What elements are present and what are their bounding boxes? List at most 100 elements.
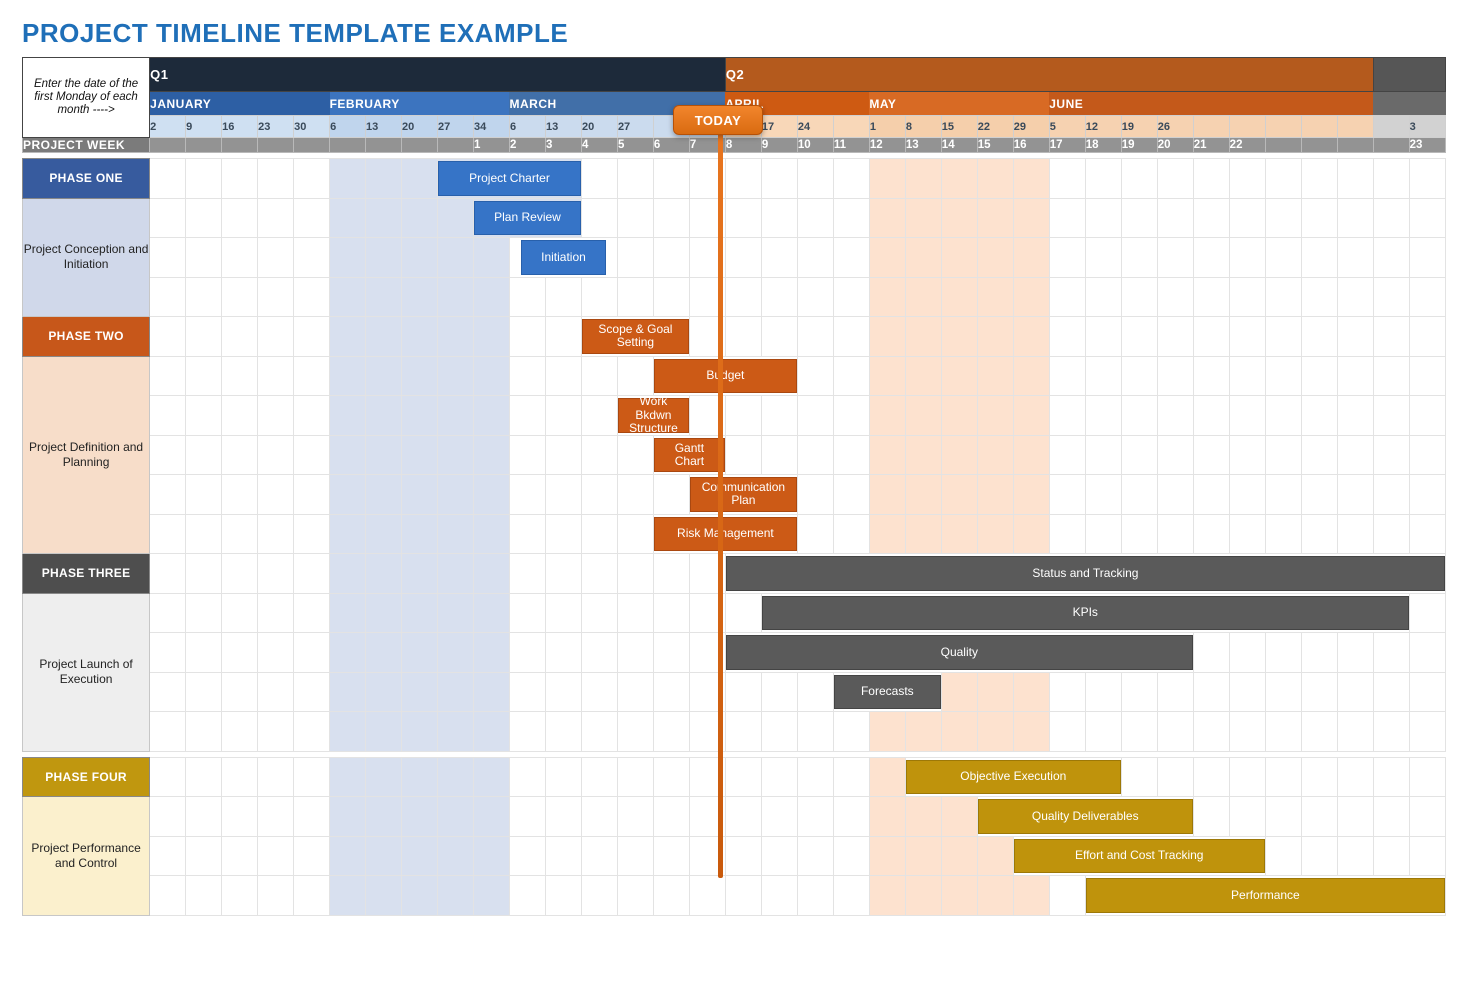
phase-four-body: Project Performance and Control bbox=[23, 797, 150, 916]
date-cell: 3 bbox=[1409, 116, 1445, 138]
phase-one-body: Project Conception and Initiation bbox=[23, 198, 150, 317]
date-cell: 19 bbox=[1121, 116, 1157, 138]
date-cell: 6 bbox=[330, 116, 366, 138]
task-project-charter[interactable]: Project Charter bbox=[438, 159, 582, 199]
week-cell bbox=[1265, 138, 1301, 153]
task-performance[interactable]: Performance bbox=[1085, 876, 1445, 916]
task-scope-goal[interactable]: Scope & Goal Setting bbox=[581, 317, 689, 357]
phase-one-title: PHASE ONE bbox=[23, 159, 150, 199]
table-row: Project Performance and Control Quality … bbox=[23, 797, 1446, 837]
q2-header: Q2 bbox=[725, 58, 1373, 92]
table-row: Initiation bbox=[23, 238, 1446, 278]
date-cell bbox=[1373, 116, 1409, 138]
week-cell: 17 bbox=[1049, 138, 1085, 153]
task-effort-cost-tracking[interactable]: Effort and Cost Tracking bbox=[1013, 836, 1265, 876]
week-cell: 20 bbox=[1157, 138, 1193, 153]
date-cell bbox=[1265, 116, 1301, 138]
task-initiation[interactable]: Initiation bbox=[509, 238, 617, 278]
week-cell: 2 bbox=[509, 138, 545, 153]
task-risk-management[interactable]: Risk Management bbox=[653, 514, 797, 554]
date-cell: 34 bbox=[474, 116, 510, 138]
table-row: Project Launch of Execution KPIs bbox=[23, 593, 1446, 633]
task-communication-plan[interactable]: Communication Plan bbox=[689, 475, 797, 515]
task-quality-deliverables[interactable]: Quality Deliverables bbox=[977, 797, 1193, 837]
week-cell bbox=[330, 138, 366, 153]
phase-four-title-row: PHASE FOUR Objective Execution bbox=[23, 757, 1446, 797]
task-forecasts[interactable]: Forecasts bbox=[833, 672, 941, 712]
week-cell: 10 bbox=[797, 138, 833, 153]
month-extra bbox=[1373, 92, 1445, 116]
table-row: Communication Plan bbox=[23, 475, 1446, 515]
phase-two-title: PHASE TWO bbox=[23, 317, 150, 357]
week-cell: 11 bbox=[833, 138, 869, 153]
week-cell: 19 bbox=[1121, 138, 1157, 153]
task-objective-execution[interactable]: Objective Execution bbox=[905, 757, 1121, 797]
month-may: MAY bbox=[869, 92, 1049, 116]
date-cell: 8 bbox=[905, 116, 941, 138]
phase-three-body: Project Launch of Execution bbox=[23, 593, 150, 751]
date-cell: 15 bbox=[941, 116, 977, 138]
date-cell: 24 bbox=[797, 116, 833, 138]
date-cell: 2 bbox=[150, 116, 186, 138]
date-cell: 12 bbox=[1085, 116, 1121, 138]
week-cell bbox=[366, 138, 402, 153]
week-cell: 5 bbox=[617, 138, 653, 153]
table-row: Project Definition and Planning Budget bbox=[23, 356, 1446, 396]
week-cell bbox=[258, 138, 294, 153]
table-row: Quality bbox=[23, 633, 1446, 673]
date-cell bbox=[1301, 116, 1337, 138]
date-cell: 13 bbox=[545, 116, 581, 138]
table-row: Performance bbox=[23, 876, 1446, 916]
date-cell: 13 bbox=[366, 116, 402, 138]
week-cell: 16 bbox=[1013, 138, 1049, 153]
week-cell: 6 bbox=[653, 138, 689, 153]
date-cell: 16 bbox=[222, 116, 258, 138]
week-cell bbox=[1337, 138, 1373, 153]
timeline-page: PROJECT TIMELINE TEMPLATE EXAMPLE TODAY … bbox=[0, 0, 1468, 998]
task-gantt-chart[interactable]: Gantt Chart bbox=[653, 435, 725, 475]
week-cell: 23 bbox=[1409, 138, 1445, 153]
table-row: Forecasts bbox=[23, 672, 1446, 712]
week-cell: 14 bbox=[941, 138, 977, 153]
phase-three-title: PHASE THREE bbox=[23, 554, 150, 594]
date-cell: 20 bbox=[402, 116, 438, 138]
task-plan-review[interactable]: Plan Review bbox=[474, 198, 582, 238]
date-cell: 27 bbox=[438, 116, 474, 138]
week-cell bbox=[222, 138, 258, 153]
table-row: Risk Management bbox=[23, 514, 1446, 554]
month-jun: JUNE bbox=[1049, 92, 1373, 116]
quarter-row: Enter the date of the first Monday of ea… bbox=[23, 58, 1446, 92]
date-cell: 30 bbox=[294, 116, 330, 138]
table-row: Gantt Chart bbox=[23, 435, 1446, 475]
task-status-tracking[interactable]: Status and Tracking bbox=[725, 554, 1445, 594]
week-cell: 8 bbox=[725, 138, 761, 153]
date-cell: 22 bbox=[977, 116, 1013, 138]
month-feb: FEBRUARY bbox=[330, 92, 510, 116]
task-work-breakdown[interactable]: Work Bkdwn Structure bbox=[617, 396, 689, 436]
table-row bbox=[23, 712, 1446, 752]
today-marker[interactable]: TODAY bbox=[673, 105, 762, 135]
date-cell: 23 bbox=[258, 116, 294, 138]
week-cell bbox=[150, 138, 186, 153]
week-cell bbox=[1301, 138, 1337, 153]
table-row bbox=[23, 277, 1446, 317]
date-cell bbox=[1229, 116, 1265, 138]
table-row: Work Bkdwn Structure bbox=[23, 396, 1446, 436]
month-jan: JANUARY bbox=[150, 92, 330, 116]
date-cell: 17 bbox=[761, 116, 797, 138]
date-cell: 20 bbox=[581, 116, 617, 138]
phase-two-body: Project Definition and Planning bbox=[23, 356, 150, 554]
task-quality[interactable]: Quality bbox=[725, 633, 1193, 673]
week-cell: 22 bbox=[1229, 138, 1265, 153]
table-row: Effort and Cost Tracking bbox=[23, 836, 1446, 876]
week-cell: 12 bbox=[869, 138, 905, 153]
week-cell: 9 bbox=[761, 138, 797, 153]
week-cell: 18 bbox=[1085, 138, 1121, 153]
week-cell: 13 bbox=[905, 138, 941, 153]
task-budget[interactable]: Budget bbox=[653, 356, 797, 396]
task-kpis[interactable]: KPIs bbox=[761, 593, 1409, 633]
q-extra bbox=[1373, 58, 1445, 92]
date-cell: 27 bbox=[617, 116, 653, 138]
today-line bbox=[718, 133, 723, 878]
week-cell bbox=[294, 138, 330, 153]
